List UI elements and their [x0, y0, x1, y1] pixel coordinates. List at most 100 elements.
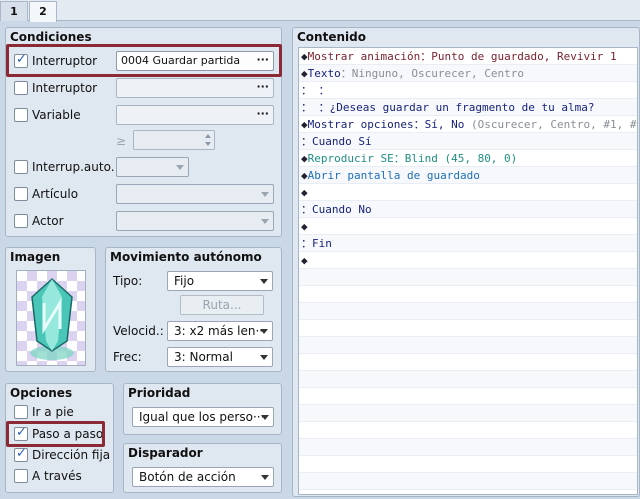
stepping-checkbox[interactable]	[14, 425, 28, 441]
conditions-panel: Condiciones Interruptor 0004 Guardar par…	[5, 27, 282, 237]
trigger-select[interactable]: Botón de acción	[132, 467, 274, 487]
autonomous-movement-title: Movimiento autónomo	[110, 250, 262, 264]
command-row[interactable]: ◆Reproducir SE：Blind (45, 80, 0)	[299, 150, 637, 167]
crystal-icon	[30, 277, 74, 360]
type-label: Tipo:	[113, 274, 143, 288]
variable-label: Variable	[32, 108, 81, 122]
command-text: ：Fin	[301, 237, 332, 250]
variable-checkbox[interactable]	[14, 108, 28, 122]
command-row[interactable]	[299, 388, 637, 405]
route-button[interactable]: Ruta...	[180, 295, 264, 315]
priority-select[interactable]: Igual que los perso···	[132, 407, 274, 427]
command-text: ：Punto de guardado, Revivir 1	[420, 50, 617, 63]
variable-value-spinner[interactable]	[133, 130, 215, 150]
command-row[interactable]	[299, 286, 637, 303]
frequency-label: Frec:	[113, 350, 142, 364]
item-checkbox[interactable]	[14, 187, 28, 201]
command-text: ： ：¿Deseas guardar un fragmento de tu al…	[301, 101, 595, 114]
type-value: Fijo	[174, 274, 195, 288]
speed-label: Velocid.:	[113, 324, 164, 338]
priority-value: Igual que los perso···	[139, 410, 265, 424]
type-select[interactable]: Fijo	[167, 271, 273, 291]
chevron-down-icon	[260, 279, 268, 284]
command-row[interactable]	[299, 320, 637, 337]
chevron-down-icon	[261, 475, 269, 480]
command-row[interactable]: ：Cuando Sí	[299, 133, 637, 150]
speed-value: 3: x2 más len···	[174, 324, 267, 338]
direction-fix-checkbox[interactable]	[14, 446, 28, 462]
command-row[interactable]: ： ：¿Deseas guardar un fragmento de tu al…	[299, 99, 637, 116]
command-text: ◆	[301, 169, 308, 182]
command-row[interactable]: ◆	[299, 218, 637, 235]
command-text: ◆	[301, 118, 308, 131]
command-row[interactable]	[299, 354, 637, 371]
spinner-up-icon[interactable]	[205, 134, 211, 138]
command-text: ： ：	[301, 84, 330, 97]
actor-select[interactable]	[116, 211, 274, 231]
self-switch-select[interactable]	[116, 157, 189, 177]
autonomous-movement-panel: Movimiento autónomo Tipo: Fijo Ruta... V…	[105, 247, 282, 372]
command-row[interactable]: ： ：	[299, 82, 637, 99]
command-text: Mostrar animación	[307, 50, 421, 63]
trigger-title: Disparador	[128, 446, 203, 460]
item-label: Artículo	[32, 187, 79, 201]
self-switch-label: Interrup.auto.	[32, 160, 115, 174]
conditions-title: Condiciones	[10, 30, 92, 44]
command-row[interactable]: ◆Abrir pantalla de guardado	[299, 167, 637, 184]
command-row[interactable]	[299, 456, 637, 473]
image-preview[interactable]	[16, 270, 86, 366]
command-text: ：Sí, No	[413, 118, 471, 131]
chevron-down-icon	[260, 329, 268, 334]
tab-1[interactable]: 1	[0, 1, 28, 21]
trigger-panel: Disparador Botón de acción	[123, 443, 282, 493]
direction-fix-label: Dirección fija	[32, 448, 111, 462]
walk-label: Ir a pie	[32, 405, 74, 419]
trigger-value: Botón de acción	[139, 470, 236, 484]
command-row[interactable]	[299, 269, 637, 286]
through-checkbox[interactable]	[14, 469, 28, 483]
command-row[interactable]: ◆Mostrar opciones：Sí, No (Oscurecer, Cen…	[299, 116, 637, 133]
speed-select[interactable]: 3: x2 más len···	[167, 321, 273, 341]
tab-2[interactable]: 2	[29, 1, 57, 22]
event-command-list[interactable]: ◆Mostrar animación：Punto de guardado, Re…	[298, 47, 638, 495]
command-row[interactable]: ◆Mostrar animación：Punto de guardado, Re…	[299, 48, 637, 65]
command-row[interactable]: ：Fin	[299, 235, 637, 252]
switch1-field[interactable]: 0004 Guardar partida ···	[116, 51, 274, 71]
switch2-field[interactable]: ···	[116, 78, 274, 98]
command-row[interactable]: ◆Texto：Ninguno, Oscurecer, Centro	[299, 65, 637, 82]
priority-panel: Prioridad Igual que los perso···	[123, 383, 282, 435]
command-row[interactable]	[299, 439, 637, 456]
command-text: ：Cuando No	[301, 203, 372, 216]
command-row[interactable]	[299, 473, 637, 490]
command-text: ：Cuando Sí	[301, 135, 372, 148]
variable-dots: ···	[256, 107, 269, 120]
chevron-down-icon	[176, 165, 184, 170]
content-title: Contenido	[297, 30, 366, 44]
options-title: Opciones	[10, 386, 73, 400]
command-row[interactable]	[299, 303, 637, 320]
actor-checkbox[interactable]	[14, 214, 28, 228]
command-text: ：Ninguno, Oscurecer, Centro	[340, 67, 524, 80]
command-row[interactable]: ◆	[299, 184, 637, 201]
command-row[interactable]	[299, 422, 637, 439]
command-text: ◆	[301, 186, 308, 199]
self-switch-checkbox[interactable]	[14, 160, 28, 174]
variable-field[interactable]: ···	[116, 105, 274, 125]
command-row[interactable]: ◆	[299, 252, 637, 269]
command-row[interactable]: ：Cuando No	[299, 201, 637, 218]
command-text: ：Blind (45, 80, 0)	[393, 152, 518, 165]
frequency-select[interactable]: 3: Normal	[167, 347, 273, 367]
walk-checkbox[interactable]	[14, 405, 28, 419]
command-row[interactable]	[299, 371, 637, 388]
command-row[interactable]	[299, 337, 637, 354]
command-text: ◆	[301, 50, 308, 63]
switch1-dots: ···	[256, 53, 269, 66]
command-row[interactable]	[299, 405, 637, 422]
spinner-down-icon[interactable]	[205, 142, 211, 146]
tab-bar: 1 2	[0, 0, 640, 22]
switch1-checkbox[interactable]	[14, 52, 28, 68]
command-text: ◆	[301, 220, 308, 233]
switch2-checkbox[interactable]	[14, 81, 28, 95]
item-select[interactable]	[116, 184, 274, 204]
command-text: Abrir pantalla de guardado	[307, 169, 480, 182]
